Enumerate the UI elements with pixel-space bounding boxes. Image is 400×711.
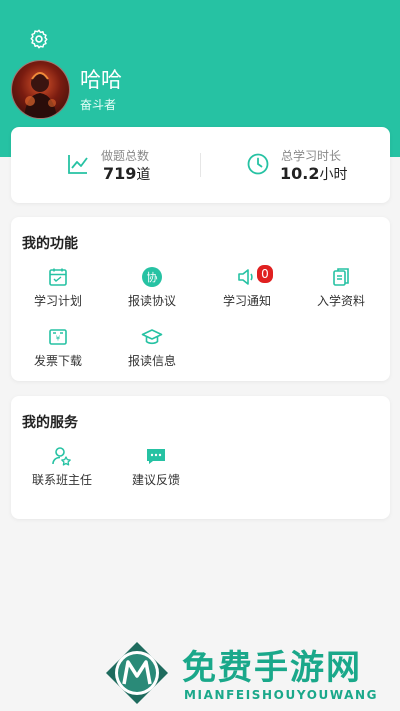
services-title: 我的服务 [22,415,78,431]
watermark: 免费手游网 MIANFEISHOUYOUWANG [104,638,389,706]
graduation-cap-icon [141,329,163,345]
stats-card: 做题总数 719道 总学习时长 10.2小时 [11,127,390,203]
contact-teacher-icon [52,447,71,466]
invoice-icon: ¥ [49,329,67,345]
function-notice[interactable]: 0 学习通知 [200,265,294,316]
stat-questions-label: 做题总数 [101,149,150,163]
user-tag: 奋斗者 [80,98,117,112]
function-enrollment-info[interactable]: 报读信息 [105,326,199,376]
function-label: 报读信息 [127,354,176,368]
agreement-icon: 协 [142,267,162,287]
function-label: 入学资料 [316,294,365,308]
watermark-subtitle: MIANFEISHOUYOUWANG [184,688,379,702]
service-label: 建议反馈 [131,473,180,487]
avatar-image [24,72,57,118]
stat-questions[interactable]: 做题总数 719道 [11,127,200,203]
stat-hours[interactable]: 总学习时长 10.2小时 [201,127,390,203]
svg-text:协: 协 [147,270,158,284]
calendar-icon [49,268,67,286]
watermark-logo-icon [106,642,168,704]
service-label: 联系班主任 [31,473,92,487]
notice-badge: 0 [257,265,273,283]
functions-title: 我的功能 [22,236,78,252]
function-label: 学习通知 [222,294,271,308]
function-label: 学习计划 [33,294,82,308]
function-study-plan[interactable]: 学习计划 [11,266,105,316]
username: 哈哈 [80,68,122,92]
feedback-icon [147,449,165,464]
gear-icon[interactable] [28,28,50,50]
avatar[interactable] [11,60,70,119]
stat-hours-label: 总学习时长 [281,149,342,163]
service-feedback[interactable]: 建议反馈 [109,445,203,495]
documents-icon [333,268,349,286]
functions-card: 我的功能 学习计划 协 报读协议 0 学习通知 入学资料 ¥ 发票下载 报读信息 [11,217,390,381]
function-label: 发票下载 [33,354,82,368]
clock-icon [247,153,269,175]
speaker-icon [238,269,253,285]
function-invoice[interactable]: ¥ 发票下载 [11,326,105,376]
services-card: 我的服务 联系班主任 建议反馈 [11,396,390,519]
svg-text:¥: ¥ [56,335,61,343]
stat-hours-value: 10.2小时 [280,164,348,183]
function-agreement[interactable]: 协 报读协议 [105,266,199,316]
stat-questions-value: 719道 [103,164,151,183]
service-contact-teacher[interactable]: 联系班主任 [15,445,109,495]
watermark-title: 免费手游网 [182,648,362,688]
line-chart-icon [68,155,88,174]
function-label: 报读协议 [127,294,176,308]
function-enrollment-docs[interactable]: 入学资料 [294,266,388,316]
